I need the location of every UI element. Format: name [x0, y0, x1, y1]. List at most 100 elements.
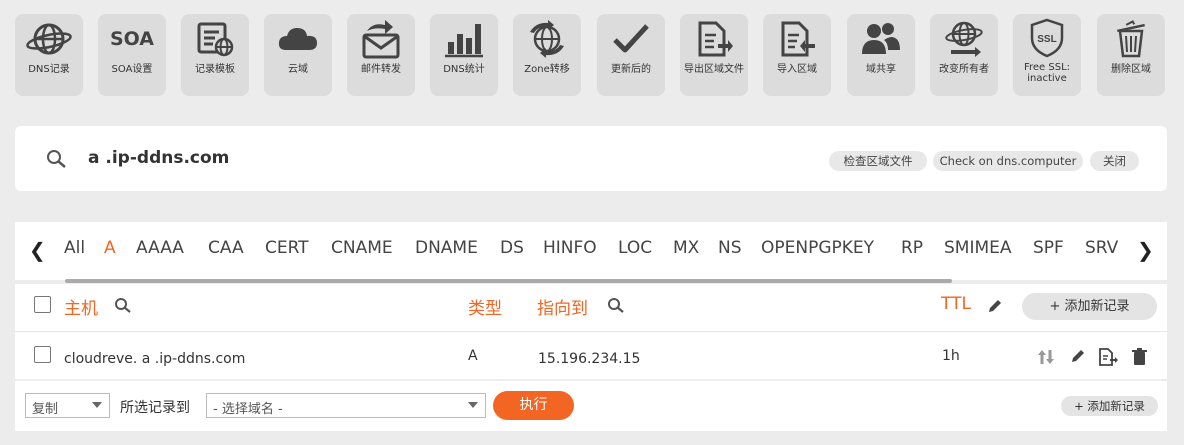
check-on-dns-computer-button[interactable]: Check on dns.computer — [933, 151, 1083, 171]
mail-forward-tool[interactable]: 邮件转发 — [347, 14, 415, 96]
tool-label: 更新后的 — [611, 64, 651, 75]
tab-openpgpkey[interactable]: OPENPGPKEY — [761, 238, 874, 258]
updated-tool[interactable]: 更新后的 — [597, 14, 665, 96]
export-zone-tool[interactable]: 导出区域文件 — [680, 14, 748, 96]
dns-records-tool[interactable]: DNS记录 — [15, 14, 83, 96]
free-ssl-tool[interactable]: SSL Free SSL: inactive — [1013, 14, 1081, 96]
cloud-icon — [278, 28, 317, 50]
tab-aaaa[interactable]: AAAA — [136, 238, 184, 258]
globe-arrow-icon — [945, 21, 983, 57]
record-template-tool[interactable]: 记录模板 — [181, 14, 249, 96]
delete-icon[interactable] — [1132, 348, 1147, 365]
tab-cname[interactable]: CNAME — [331, 238, 393, 258]
tool-label: 导入区域 — [777, 64, 817, 75]
template-icon — [197, 22, 234, 57]
file-import-icon — [781, 21, 815, 57]
cloud-domain-tool[interactable]: 云域 — [264, 14, 332, 96]
tool-label: Zone转移 — [524, 64, 570, 75]
delete-zone-tool[interactable]: 删除区域 — [1097, 14, 1165, 96]
tool-label: 删除区域 — [1111, 64, 1151, 75]
mail-forward-icon — [362, 20, 400, 59]
host-search-icon[interactable] — [114, 297, 132, 314]
import-zone-tool[interactable]: 导入区域 — [763, 14, 831, 96]
ssl-icon-text: SSL — [1037, 34, 1056, 45]
bulk-actions-bar: 复制 所选记录到 - 选择域名 - 执行 + 添加新记录 — [15, 381, 1167, 431]
action-select[interactable]: 复制 — [25, 393, 110, 418]
execute-button[interactable]: 执行 — [493, 391, 574, 420]
tab-loc[interactable]: LOC — [618, 238, 652, 258]
soa-settings-tool[interactable]: SOA SOA设置 — [98, 14, 166, 96]
tool-label: Free SSL: inactive — [1023, 62, 1071, 84]
chevron-down-icon — [92, 402, 102, 408]
tab-spf[interactable]: SPF — [1033, 238, 1064, 258]
zone-transfer-tool[interactable]: Zone转移 — [513, 14, 581, 96]
domain-select[interactable]: - 选择域名 - — [206, 393, 486, 418]
tab-mx[interactable]: MX — [673, 238, 699, 258]
check-zone-file-button[interactable]: 检查区域文件 — [829, 151, 927, 171]
tool-label: 邮件转发 — [361, 64, 401, 75]
tool-label: 改变所有者 — [939, 64, 989, 75]
domain-share-tool[interactable]: 域共享 — [847, 14, 915, 96]
change-owner-tool[interactable]: 改变所有者 — [930, 14, 998, 96]
export-record-icon[interactable] — [1098, 348, 1118, 366]
file-export-icon — [698, 21, 733, 57]
checkmark-icon — [613, 24, 649, 53]
chevron-down-icon — [468, 402, 478, 408]
add-record-button[interactable]: + 添加新记录 — [1022, 293, 1157, 320]
action-select-value: 复制 — [32, 402, 59, 417]
edit-icon[interactable] — [1070, 348, 1086, 364]
domain-search-bar: a .ip-ddns.com 检查区域文件 Check on dns.compu… — [15, 126, 1167, 191]
tab-all[interactable]: All — [64, 238, 85, 258]
dns-stats-tool[interactable]: DNS统计 — [430, 14, 498, 96]
tool-label: DNS记录 — [28, 64, 70, 75]
tab-a[interactable]: A — [104, 238, 116, 258]
tab-ds[interactable]: DS — [500, 238, 524, 258]
row-host: cloudreve. a .ip-ddns.com — [64, 351, 246, 367]
tab-dname[interactable]: DNAME — [415, 238, 478, 258]
points-to-search-icon[interactable] — [607, 297, 625, 314]
row-checkbox[interactable] — [34, 346, 51, 363]
edit-ttl-icon[interactable] — [987, 298, 1003, 314]
tab-ns[interactable]: NS — [718, 238, 742, 258]
add-record-button-footer[interactable]: + 添加新记录 — [1061, 396, 1158, 416]
tab-smimea[interactable]: SMIMEA — [944, 238, 1012, 258]
globe-transfer-icon — [530, 20, 564, 58]
sort-arrows-icon[interactable] — [1037, 348, 1055, 366]
tab-caa[interactable]: CAA — [208, 238, 244, 258]
tab-rp[interactable]: RP — [901, 238, 923, 258]
tool-label: 云域 — [288, 64, 308, 75]
row-type: A — [468, 348, 478, 364]
chevron-right-icon[interactable]: ❯ — [1137, 238, 1154, 262]
ssl-shield-icon: SSL — [1030, 18, 1064, 58]
users-icon — [862, 23, 900, 54]
column-header-type: 类型 — [468, 299, 502, 319]
soa-text-icon: SOA — [109, 28, 155, 50]
tool-label: SOA设置 — [111, 64, 153, 75]
column-header-ttl: TTL — [941, 294, 971, 314]
select-all-checkbox[interactable] — [34, 296, 51, 313]
column-header-host: 主机 — [64, 299, 98, 319]
globe-icon — [26, 23, 72, 55]
tab-hinfo[interactable]: HINFO — [543, 238, 597, 258]
records-table: 主机 类型 指向到 TTL + 添加新记录 cloudreve. a .ip-d… — [15, 284, 1167, 379]
bar-chart-icon — [445, 24, 483, 58]
search-icon[interactable] — [46, 149, 68, 169]
zone-toolbar: DNS记录 SOA SOA设置 记录模板 云域 邮件转发 DNS统计 Zone转… — [15, 14, 1167, 98]
domain-name: a .ip-ddns.com — [88, 148, 230, 168]
tab-srv[interactable]: SRV — [1085, 238, 1118, 258]
close-button[interactable]: 关闭 — [1090, 151, 1139, 171]
record-type-tabs: ❮ All A AAAA CAA CERT CNAME DNAME DS HIN… — [15, 222, 1167, 283]
tool-label: 记录模板 — [195, 64, 235, 75]
tool-label: 导出区域文件 — [684, 64, 744, 75]
column-header-points-to: 指向到 — [537, 299, 588, 319]
domain-select-value: - 选择域名 - — [213, 402, 283, 417]
tool-label: 域共享 — [866, 64, 896, 75]
row-points-to: 15.196.234.15 — [538, 351, 641, 367]
header-divider — [15, 331, 1167, 332]
tab-cert[interactable]: CERT — [265, 238, 309, 258]
tabs-scrollbar[interactable] — [65, 279, 952, 283]
chevron-left-icon[interactable]: ❮ — [29, 238, 46, 262]
move-to-label: 所选记录到 — [120, 400, 190, 416]
tool-label: DNS统计 — [443, 64, 485, 75]
trash-bin-icon — [1117, 20, 1145, 58]
